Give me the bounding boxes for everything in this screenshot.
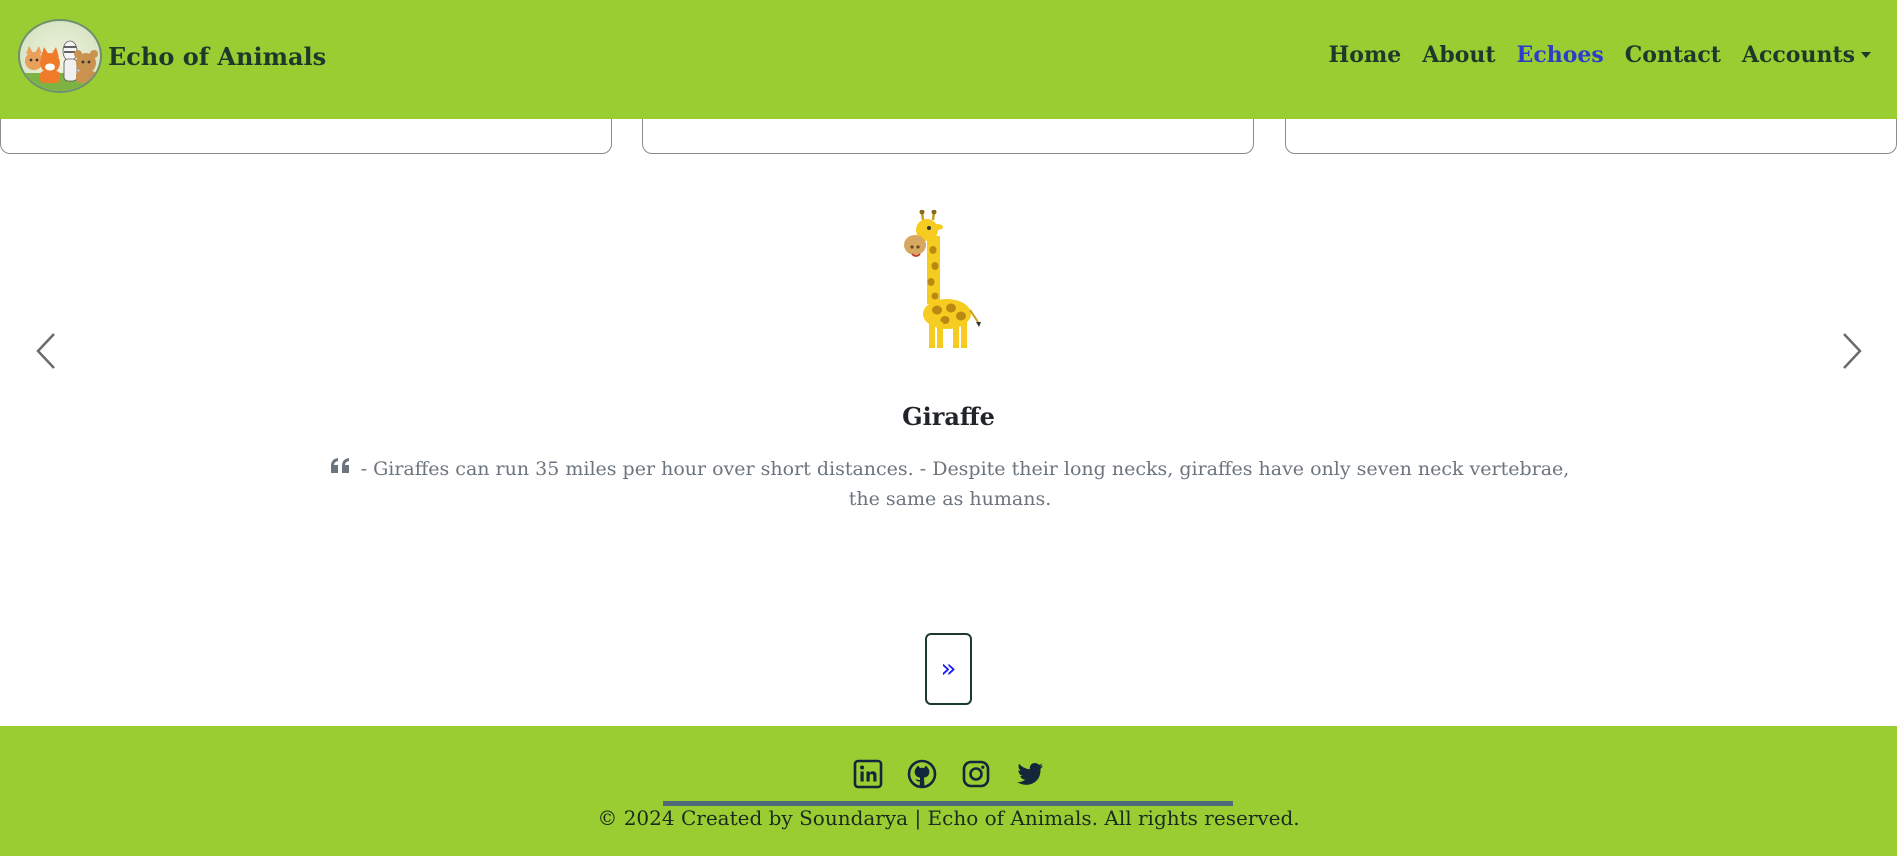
echo-carousel: Giraffe - Giraffes can run 35 miles per … (0, 154, 1897, 574)
nav-links: Home About Echoes Contact Accounts (1308, 42, 1871, 68)
carousel-next-button[interactable] (1832, 326, 1872, 376)
brand-name: Echo of Animals (108, 41, 327, 71)
nav-about[interactable]: About (1422, 42, 1495, 68)
brand-logo (18, 19, 102, 93)
caret-down-icon (1861, 52, 1871, 58)
nav-accounts-dropdown[interactable]: Accounts (1742, 42, 1871, 68)
next-page-button[interactable]: » (925, 633, 972, 705)
giraffe-image (904, 210, 981, 348)
nav-contact[interactable]: Contact (1625, 42, 1721, 68)
animal-quote: - Giraffes can run 35 miles per hour ove… (320, 454, 1580, 514)
chevron-right-icon (1843, 333, 1862, 369)
carousel-prev-button[interactable] (26, 326, 66, 376)
copyright-text: © 2024 Created by Soundarya | Echo of An… (597, 806, 1300, 830)
chevron-left-icon (36, 333, 55, 369)
nav-home[interactable]: Home (1329, 42, 1402, 68)
instagram-icon[interactable] (961, 759, 991, 789)
linkedin-icon[interactable] (853, 759, 883, 789)
footer: © 2024 Created by Soundarya | Echo of An… (0, 726, 1897, 856)
navbar: Echo of Animals Home About Echoes Contac… (0, 0, 1897, 119)
twitter-icon[interactable] (1015, 759, 1045, 789)
quote-left-icon (330, 458, 349, 473)
github-icon[interactable] (907, 759, 937, 789)
nav-echoes[interactable]: Echoes (1517, 42, 1604, 68)
animal-name: Giraffe (902, 402, 995, 431)
brand[interactable]: Echo of Animals (18, 19, 326, 93)
social-links (0, 759, 1897, 789)
nav-accounts-label: Accounts (1741, 42, 1855, 68)
animal-quote-text: - Giraffes can run 35 miles per hour ove… (360, 458, 1570, 510)
